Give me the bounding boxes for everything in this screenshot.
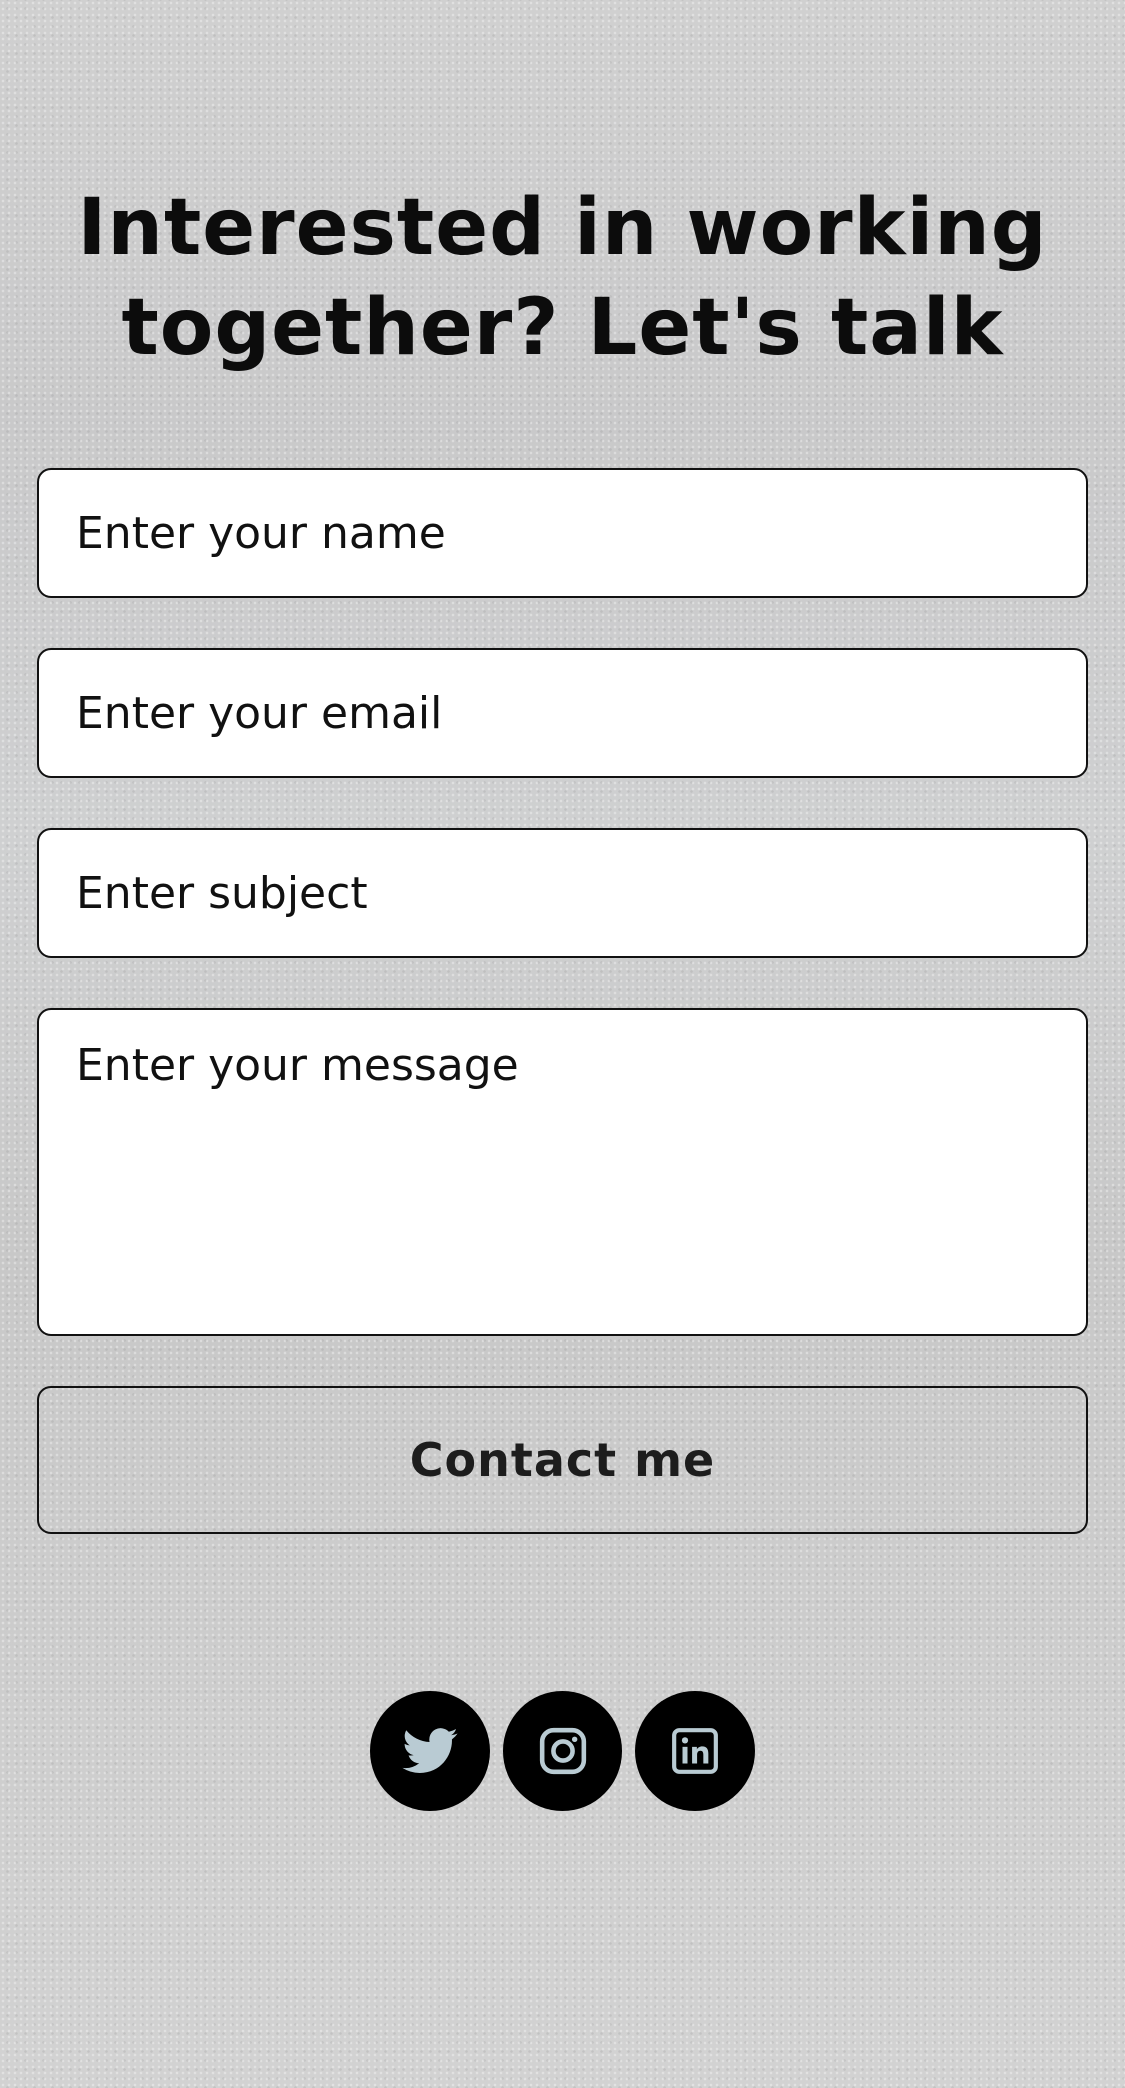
name-input[interactable] [37,468,1088,598]
twitter-link[interactable] [370,1691,490,1811]
contact-me-button[interactable]: Contact me [37,1386,1088,1534]
instagram-link[interactable] [502,1691,623,1811]
instagram-icon [538,1726,588,1776]
page-title: Interested in working together? Let's ta… [60,178,1065,378]
contact-page: Interested in working together? Let's ta… [0,0,1125,2088]
linkedin-icon [670,1726,720,1776]
title-line-1: Interested in working [77,183,1048,273]
title-line-2: together? Let's talk [121,283,1004,373]
twitter-icon [402,1728,458,1774]
linkedin-link[interactable] [635,1691,756,1811]
social-links [370,1691,756,1811]
subject-input[interactable] [37,828,1088,958]
email-input[interactable] [37,648,1088,778]
message-textarea[interactable] [37,1008,1088,1336]
